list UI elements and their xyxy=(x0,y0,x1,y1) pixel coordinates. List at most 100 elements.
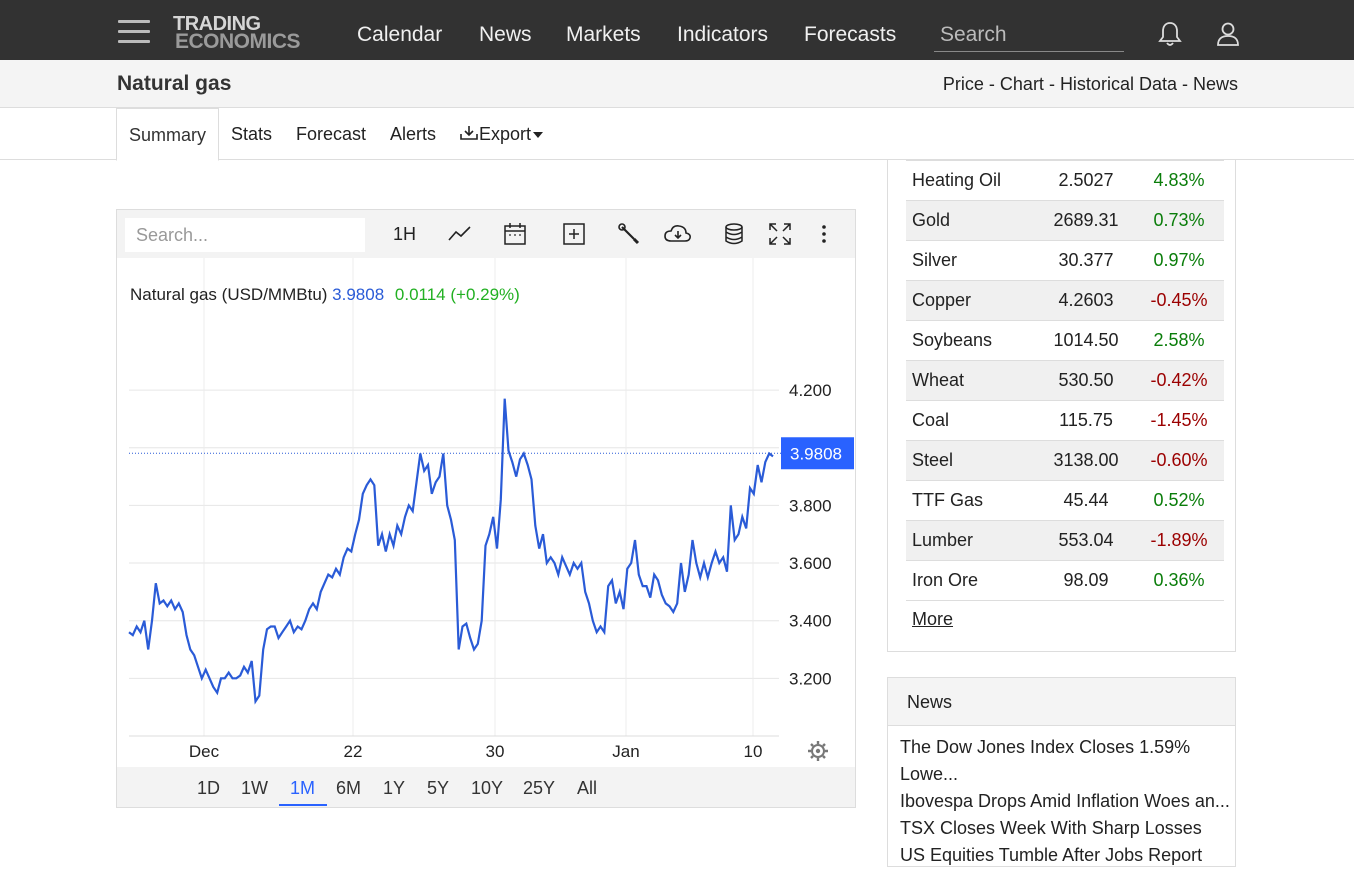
table-row[interactable]: Heating Oil 2.5027 4.83% xyxy=(906,160,1224,200)
logo-line-2: ECONOMICS xyxy=(175,30,301,53)
x-tick-label: Jan xyxy=(612,742,639,761)
export-label: Export xyxy=(479,124,532,144)
table-row[interactable]: Coal 115.75 -1.45% xyxy=(906,400,1224,440)
table-row[interactable]: Silver 30.377 0.97% xyxy=(906,240,1224,280)
commodity-change: 0.36% xyxy=(1153,570,1205,590)
commodity-change: -0.60% xyxy=(1150,450,1208,470)
tab-bar: Summary Stats Forecast Alerts Export xyxy=(0,108,1354,161)
range-1d[interactable]: 1D xyxy=(197,777,220,799)
range-1m[interactable]: 1M xyxy=(290,777,315,799)
chart-last-value: 3.9808 xyxy=(332,285,384,304)
range-1y[interactable]: 1Y xyxy=(383,777,405,799)
table-row[interactable]: Wheat 530.50 -0.42% xyxy=(906,360,1224,400)
top-navbar: TRADING ECONOMICS Calendar News Markets … xyxy=(0,0,1354,60)
commodity-price: 1014.50 xyxy=(1053,330,1119,350)
separator: - xyxy=(983,74,1000,94)
commodity-name[interactable]: Silver xyxy=(912,250,957,271)
nav-markets[interactable]: Markets xyxy=(566,22,641,48)
search-input[interactable] xyxy=(934,18,1124,52)
chart-change: 0.0114 xyxy=(395,285,446,304)
chart-title: Natural gas (USD/MMBtu) 3.9808 0.0114 (+… xyxy=(130,285,520,304)
line-chart-icon[interactable] xyxy=(447,222,473,246)
sub-header: Natural gas Price - Chart - Historical D… xyxy=(0,60,1354,108)
menu-icon[interactable] xyxy=(118,20,150,44)
range-5y[interactable]: 5Y xyxy=(427,777,449,799)
news-item[interactable]: Ibovespa Drops Amid Inflation Woes an... xyxy=(900,788,1230,815)
range-6m[interactable]: 6M xyxy=(336,777,361,799)
user-icon[interactable] xyxy=(1215,20,1241,48)
nav-indicators[interactable]: Indicators xyxy=(677,22,768,48)
commodity-change: 0.73% xyxy=(1153,210,1205,230)
calendar-icon[interactable] xyxy=(503,222,527,246)
range-all[interactable]: All xyxy=(577,777,597,799)
commodity-name[interactable]: Lumber xyxy=(912,530,973,551)
commodity-price: 2.5027 xyxy=(1058,170,1114,190)
table-row[interactable]: Gold 2689.31 0.73% xyxy=(906,200,1224,240)
link-news[interactable]: News xyxy=(1193,74,1238,94)
link-historical-data[interactable]: Historical Data xyxy=(1060,74,1177,94)
commodity-name[interactable]: TTF Gas xyxy=(912,490,983,511)
table-row[interactable]: TTF Gas 45.44 0.52% xyxy=(906,480,1224,520)
commodity-price: 4.2603 xyxy=(1058,290,1114,310)
commodity-name[interactable]: Coal xyxy=(912,410,949,431)
range-1w[interactable]: 1W xyxy=(241,777,268,799)
commodity-name[interactable]: Gold xyxy=(912,210,950,231)
commodity-price: 553.04 xyxy=(1058,530,1114,550)
range-10y[interactable]: 10Y xyxy=(471,777,503,799)
cloud-download-icon[interactable] xyxy=(663,222,693,246)
commodity-change: 2.58% xyxy=(1153,330,1205,350)
commodity-price: 115.75 xyxy=(1059,410,1113,430)
table-row[interactable]: Soybeans 1014.50 2.58% xyxy=(906,320,1224,360)
x-tick-label: 30 xyxy=(486,742,505,761)
commodity-name[interactable]: Heating Oil xyxy=(912,170,1001,191)
add-icon[interactable] xyxy=(562,222,586,246)
table-row[interactable]: Copper 4.2603 -0.45% xyxy=(906,280,1224,320)
tab-summary[interactable]: Summary xyxy=(116,108,219,161)
news-item[interactable]: TSX Closes Week With Sharp Losses xyxy=(900,815,1230,842)
page-title: Natural gas xyxy=(117,72,232,95)
commodity-name[interactable]: Iron Ore xyxy=(912,570,978,591)
commodity-price: 30.377 xyxy=(1058,250,1114,270)
more-link[interactable]: More xyxy=(912,609,953,630)
logo[interactable]: TRADING ECONOMICS xyxy=(173,14,318,53)
news-item[interactable]: The Dow Jones Index Closes 1.59% Lowe... xyxy=(900,734,1230,788)
commodity-name[interactable]: Soybeans xyxy=(912,330,992,351)
commodity-price: 45.44 xyxy=(1063,490,1109,510)
chart-grid xyxy=(129,258,779,737)
fullscreen-icon[interactable] xyxy=(768,222,792,246)
commodity-name[interactable]: Copper xyxy=(912,290,971,311)
commodity-change: 4.83% xyxy=(1153,170,1205,190)
chart-search-input[interactable] xyxy=(125,218,365,252)
wrench-icon[interactable] xyxy=(617,222,641,246)
tab-export[interactable]: Export xyxy=(459,108,544,160)
tab-alerts[interactable]: Alerts xyxy=(390,108,436,160)
sub-links: Price - Chart - Historical Data - News xyxy=(943,73,1238,95)
commodity-change: -1.45% xyxy=(1150,410,1208,430)
nav-news[interactable]: News xyxy=(479,22,532,48)
table-row[interactable]: Lumber 553.04 -1.89% xyxy=(906,520,1224,560)
link-price[interactable]: Price xyxy=(943,74,984,94)
download-icon xyxy=(460,126,478,140)
y-axis: 4.200 3.800 3.600 3.400 3.200 xyxy=(789,381,832,688)
commodity-name[interactable]: Wheat xyxy=(912,370,964,391)
news-box: News The Dow Jones Index Closes 1.59% Lo… xyxy=(887,677,1236,867)
nav-forecasts[interactable]: Forecasts xyxy=(804,22,896,48)
tab-stats[interactable]: Stats xyxy=(231,108,272,160)
news-item[interactable]: US Equities Tumble After Jobs Report xyxy=(900,842,1230,869)
database-icon[interactable] xyxy=(723,222,745,246)
y-tick-label: 3.800 xyxy=(789,496,832,515)
commodity-name[interactable]: Steel xyxy=(912,450,953,471)
gear-icon[interactable] xyxy=(808,741,828,761)
table-row[interactable]: Iron Ore 98.09 0.36% xyxy=(906,560,1224,600)
commodity-price: 3138.00 xyxy=(1053,450,1119,470)
interval-button[interactable]: 1H xyxy=(393,222,416,246)
bell-icon[interactable] xyxy=(1157,20,1183,48)
range-25y[interactable]: 25Y xyxy=(523,777,555,799)
price-chart[interactable]: Natural gas (USD/MMBtu) 3.9808 0.0114 (+… xyxy=(117,258,855,767)
more-icon[interactable] xyxy=(814,222,834,246)
table-row[interactable]: Steel 3138.00 -0.60% xyxy=(906,440,1224,480)
link-chart[interactable]: Chart xyxy=(1000,74,1044,94)
tab-forecast[interactable]: Forecast xyxy=(296,108,366,160)
commodities-table: Heating Oil 2.5027 4.83% Gold 2689.31 0.73% Si… xyxy=(887,160,1236,652)
nav-calendar[interactable]: Calendar xyxy=(357,22,442,48)
